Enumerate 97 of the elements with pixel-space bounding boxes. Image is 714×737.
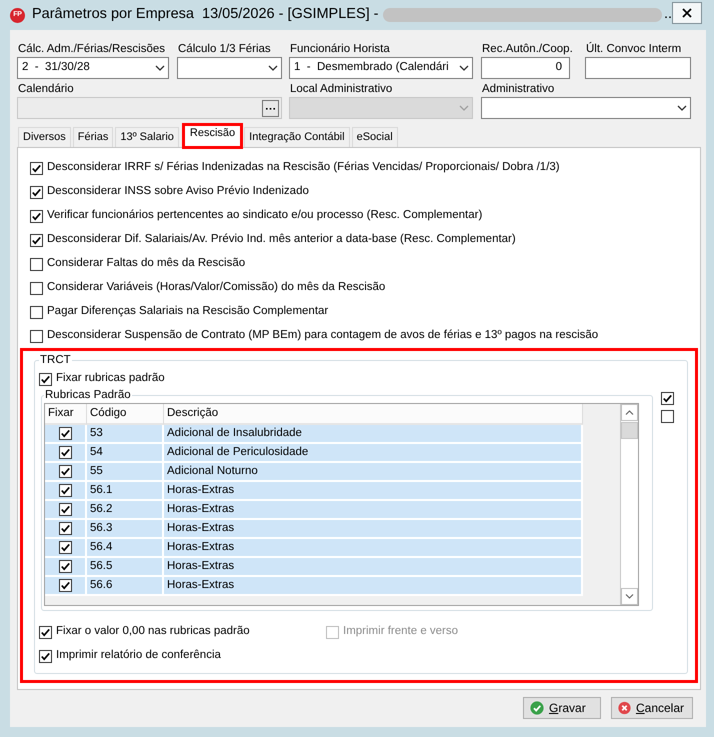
option-label: Desconsiderar INSS sobre Aviso Prévio Indenizado xyxy=(47,185,309,199)
checkbox[interactable] xyxy=(30,330,43,342)
option-label: Desconsiderar Suspensão de Contrato (MP BEm) para contagem de avos de férias e 13º pagos na rescisão xyxy=(47,329,598,343)
checkbox[interactable] xyxy=(30,234,43,246)
cancel-button[interactable]: Cancelar xyxy=(611,697,693,719)
table-cell: 56.6 xyxy=(87,577,164,596)
table-cell: Horas-Extras xyxy=(164,501,583,520)
close-icon xyxy=(682,8,692,18)
group-title: Rubricas Padrão xyxy=(44,388,132,402)
tab[interactable]: Férias xyxy=(72,127,114,147)
field-label: Cálc. Adm./Férias/Rescisões xyxy=(17,42,165,57)
table-cell: 56.4 xyxy=(87,539,164,558)
table-cell: Horas-Extras xyxy=(164,520,583,539)
field-label: Calendário xyxy=(17,82,74,97)
checkbox[interactable] xyxy=(58,484,72,497)
checkbox[interactable] xyxy=(58,446,72,459)
checkbox[interactable] xyxy=(30,282,43,294)
save-button[interactable]: Gravar xyxy=(523,697,601,719)
checkbox[interactable] xyxy=(30,210,43,222)
check-circle-icon xyxy=(530,701,544,715)
tab[interactable]: eSocial xyxy=(352,127,398,147)
close-button[interactable] xyxy=(672,2,702,24)
title-ellipsis: .. xyxy=(664,6,672,24)
checkbox[interactable] xyxy=(661,410,674,423)
table-cell: 53 xyxy=(87,425,164,444)
column-header[interactable]: Descrição xyxy=(164,404,583,425)
ellipsis-icon xyxy=(266,106,275,110)
option-label: Desconsiderar Dif. Salariais/Av. Prévio Ind. mês anterior a data-base (Resc. Complementar) xyxy=(47,233,516,247)
table-cell: Horas-Extras xyxy=(164,482,583,501)
option-label: Imprimir frente e verso xyxy=(343,625,458,639)
window-title: Parâmetros por Empresa 13/05/2026 - [GSIMPLES] - xyxy=(32,6,379,24)
option-label: Fixar rubricas padrão xyxy=(56,372,165,386)
option-label: Verificar funcionários pertencentes ao sindicato e/ou processo (Resc. Complementar) xyxy=(47,209,482,223)
chevron-down-icon xyxy=(677,105,687,111)
checkbox[interactable] xyxy=(58,541,72,554)
chevron-down-icon xyxy=(268,65,278,71)
checkbox[interactable] xyxy=(661,392,674,405)
column-header[interactable]: Fixar xyxy=(45,404,87,425)
dropdown[interactable] xyxy=(481,97,691,119)
scroll-thumb[interactable] xyxy=(621,422,638,439)
group-title: TRCT xyxy=(39,353,72,367)
option-label: Considerar Variáveis (Horas/Valor/Comissão) do mês da Rescisão xyxy=(47,281,386,295)
table-cell: 55 xyxy=(87,463,164,482)
dropdown[interactable]: 1 - Desmembrado (Calendári xyxy=(289,57,473,79)
chevron-down-icon xyxy=(459,105,469,111)
input-field[interactable]: 0 xyxy=(481,57,570,79)
option-label: Considerar Faltas do mês da Rescisão xyxy=(47,257,246,271)
checkbox[interactable] xyxy=(39,626,52,638)
field-label: Local Administrativo xyxy=(289,82,392,97)
tab[interactable]: 13º Salario xyxy=(115,127,179,147)
table-cell: 56.3 xyxy=(87,520,164,539)
field-label: Últ. Convoc Interm xyxy=(585,42,682,57)
option-label: Fixar o valor 0,00 nas rubricas padrão xyxy=(56,625,250,639)
checkbox[interactable] xyxy=(30,258,43,270)
scroll-down-button[interactable] xyxy=(621,588,638,605)
dropdown[interactable]: 2 - 31/30/28 xyxy=(17,57,169,79)
tab[interactable]: Integração Contábil xyxy=(244,127,350,147)
checkbox[interactable] xyxy=(58,579,72,592)
close-circle-icon xyxy=(618,701,631,715)
tab[interactable]: Diversos xyxy=(18,127,71,147)
checkbox[interactable] xyxy=(30,162,43,174)
checkbox[interactable] xyxy=(58,560,72,573)
table-cell: Horas-Extras xyxy=(164,539,583,558)
chevron-up-icon xyxy=(625,410,634,415)
chevron-down-icon xyxy=(625,594,634,599)
field-label: Rec.Autôn./Coop. xyxy=(481,42,573,57)
field-label: Funcionário Horista xyxy=(289,42,390,57)
checkbox[interactable] xyxy=(58,522,72,535)
table-cell: 56.2 xyxy=(87,501,164,520)
option-label: Imprimir relatório de conferência xyxy=(56,649,221,663)
field-label: Administrativo xyxy=(481,82,554,97)
chevron-down-icon xyxy=(459,65,469,71)
option-label: Pagar Diferenças Salariais na Rescisão Complementar xyxy=(47,305,328,319)
checkbox[interactable] xyxy=(58,427,72,440)
input-field[interactable] xyxy=(585,57,691,79)
checkbox[interactable] xyxy=(39,650,52,662)
dropdown[interactable] xyxy=(177,57,282,79)
checkbox[interactable] xyxy=(39,372,52,386)
table-cell: 56.1 xyxy=(87,482,164,501)
checkbox[interactable] xyxy=(58,465,72,478)
table-cell: 54 xyxy=(87,444,164,463)
checkbox[interactable] xyxy=(58,503,72,516)
table-cell: Adicional Noturno xyxy=(164,463,583,482)
scrollbar[interactable] xyxy=(620,404,638,605)
checkbox[interactable] xyxy=(30,306,43,318)
scroll-up-button[interactable] xyxy=(621,404,638,421)
table-cell: Adicional de Periculosidade xyxy=(164,444,583,463)
table-cell: Adicional de Insalubridade xyxy=(164,425,583,444)
table-cell: Horas-Extras xyxy=(164,558,583,577)
table-cell: Horas-Extras xyxy=(164,577,583,596)
table-cell: 56.5 xyxy=(87,558,164,577)
option-label: Desconsiderar IRRF s/ Férias Indenizadas na Rescisão (Férias Vencidas/ Proporcionais/ Dobra /1/3) xyxy=(47,161,560,175)
field-label: Cálculo 1/3 Férias xyxy=(177,42,271,57)
chevron-down-icon xyxy=(155,65,165,71)
tab[interactable]: Rescisão xyxy=(182,123,244,149)
column-header[interactable]: Código xyxy=(87,404,164,425)
checkbox[interactable] xyxy=(30,186,43,198)
